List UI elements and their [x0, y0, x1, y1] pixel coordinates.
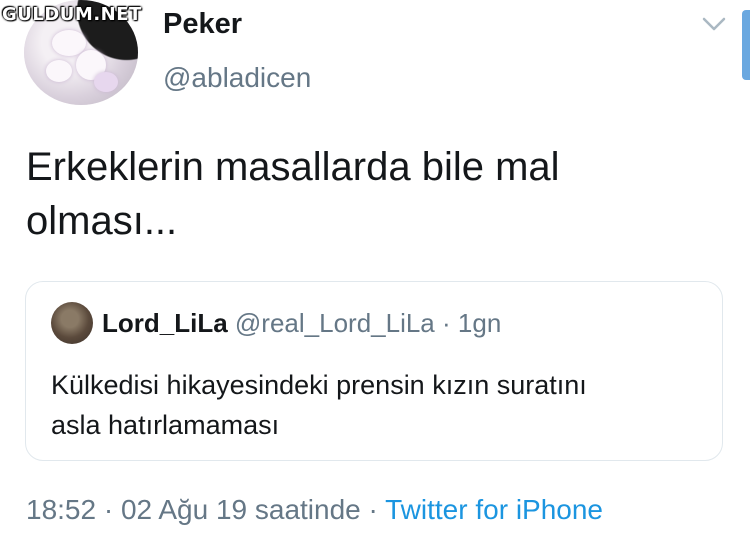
quoted-text-line: Külkedisi hikayesindeki prensin kızın su… — [51, 370, 587, 400]
quoted-avatar — [51, 302, 93, 344]
quoted-author-name: Lord_LiLa — [102, 308, 228, 338]
quoted-text: Külkedisi hikayesindeki prensin kızın su… — [51, 365, 701, 445]
quoted-header: Lord_LiLa @real_Lord_LiLa · 1gn — [102, 308, 501, 339]
quoted-text-line: asla hatırlamaması — [51, 410, 280, 440]
chevron-down-icon[interactable] — [700, 14, 728, 34]
watermark-logo: GULDUM.NET — [2, 4, 142, 25]
tweet-meta: 18:52 · 02 Ağu 19 saatinde · Twitter for… — [26, 494, 603, 526]
tweet-time: 18:52 — [26, 494, 97, 525]
author-handle[interactable]: @abladicen — [163, 62, 311, 94]
tweet-text: Erkeklerin masallarda bile mal olması... — [26, 140, 716, 248]
tweet-text-line: Erkeklerin masallarda bile mal — [26, 145, 560, 189]
tweet-date: 02 Ağu 19 saatinde — [120, 494, 361, 525]
quoted-age: 1gn — [457, 308, 502, 338]
separator: · — [368, 494, 378, 525]
scrollbar[interactable] — [742, 10, 750, 80]
tweet-source-link[interactable]: Twitter for iPhone — [385, 494, 603, 525]
tweet-text-line: olması... — [26, 199, 178, 243]
quoted-author-handle: @real_Lord_LiLa — [234, 308, 435, 338]
separator: · — [442, 308, 451, 338]
separator: · — [103, 494, 114, 525]
quoted-tweet-card[interactable]: Lord_LiLa @real_Lord_LiLa · 1gn Külkedis… — [25, 281, 723, 461]
author-name[interactable]: Peker — [163, 8, 242, 41]
